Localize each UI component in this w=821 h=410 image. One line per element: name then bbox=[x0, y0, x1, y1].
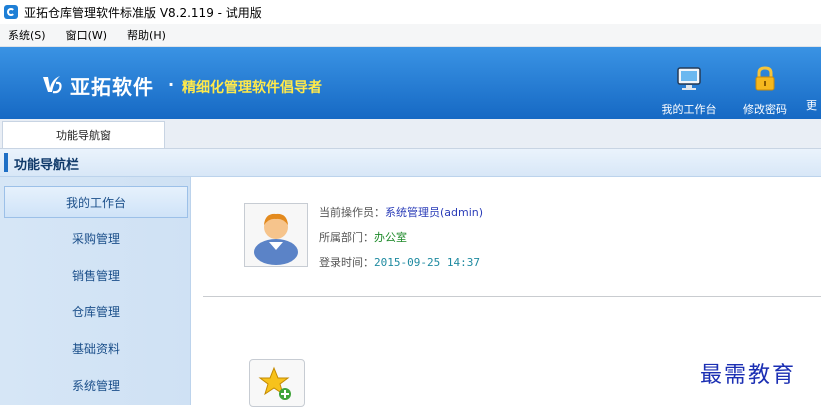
sidebar-item-sales[interactable]: 销售管理 bbox=[4, 260, 188, 292]
department-label: 所属部门： bbox=[319, 231, 374, 244]
lock-icon bbox=[755, 66, 775, 91]
login-time-row: 登录时间：2015-09-25 14:37 bbox=[319, 254, 480, 270]
window-title: 亚拓仓库管理软件标准版 V8.2.119 - 试用版 bbox=[24, 5, 262, 20]
user-avatar-icon bbox=[254, 213, 298, 265]
partial-icon bbox=[806, 65, 821, 93]
tab-function-navigation[interactable]: 功能导航窗 bbox=[2, 121, 165, 148]
sidebar-item-basic-data[interactable]: 基础资料 bbox=[4, 333, 188, 365]
content-divider bbox=[203, 296, 821, 297]
menu-help[interactable]: 帮助(H) bbox=[127, 27, 166, 43]
menu-bar: 系统(S) 窗口(W) 帮助(H) bbox=[0, 24, 821, 47]
my-workbench-button[interactable]: 我的工作台 bbox=[654, 65, 724, 116]
operator-label: 当前操作员： bbox=[319, 206, 385, 219]
tab-strip: 功能导航窗 bbox=[0, 119, 821, 149]
operator-value: 系统管理员(admin) bbox=[385, 206, 484, 219]
star-add-icon bbox=[258, 366, 291, 400]
change-password-button[interactable]: 修改密码 bbox=[730, 65, 800, 116]
operator-row: 当前操作员：系统管理员(admin) bbox=[319, 204, 483, 220]
brand-slogan: 精细化管理软件倡导者 bbox=[182, 80, 322, 96]
add-favorite-button[interactable] bbox=[249, 359, 305, 407]
change-password-label: 修改密码 bbox=[743, 103, 787, 116]
title-bar: 亚拓仓库管理软件标准版 V8.2.119 - 试用版 bbox=[0, 0, 821, 24]
sidebar-item-system[interactable]: 系统管理 bbox=[4, 370, 188, 402]
sidebar-item-purchase[interactable]: 采购管理 bbox=[4, 223, 188, 255]
login-time-value: 2015-09-25 14:37 bbox=[374, 256, 480, 269]
brand-logo-icon bbox=[43, 76, 62, 94]
nav-header: 功能导航栏 bbox=[0, 149, 821, 177]
header-banner: 亚拓软件 · 精细化管理软件倡导者 我的工作台 修改密码 更 bbox=[0, 47, 821, 119]
login-time-label: 登录时间： bbox=[319, 256, 374, 269]
menu-system[interactable]: 系统(S) bbox=[8, 27, 46, 43]
app-logo-icon bbox=[4, 5, 18, 19]
more-tool-button[interactable]: 更 bbox=[806, 65, 821, 115]
watermark-text: 最需教育 bbox=[700, 363, 797, 388]
monitor-icon bbox=[677, 67, 701, 90]
menu-window[interactable]: 窗口(W) bbox=[66, 27, 107, 43]
department-value: 办公室 bbox=[374, 231, 407, 244]
my-workbench-label: 我的工作台 bbox=[661, 103, 717, 116]
nav-header-accent bbox=[4, 153, 8, 172]
sidebar-item-my-workbench[interactable]: 我的工作台 bbox=[4, 186, 188, 218]
more-tool-label: 更 bbox=[806, 99, 817, 112]
brand-separator: · bbox=[168, 75, 175, 94]
nav-header-title: 功能导航栏 bbox=[14, 158, 80, 173]
avatar bbox=[244, 203, 308, 267]
brand-name: 亚拓软件 bbox=[70, 75, 154, 99]
sidebar-item-warehouse[interactable]: 仓库管理 bbox=[4, 296, 188, 328]
department-row: 所属部门：办公室 bbox=[319, 229, 407, 245]
sidebar: 我的工作台 采购管理 销售管理 仓库管理 基础资料 系统管理 bbox=[0, 177, 191, 405]
